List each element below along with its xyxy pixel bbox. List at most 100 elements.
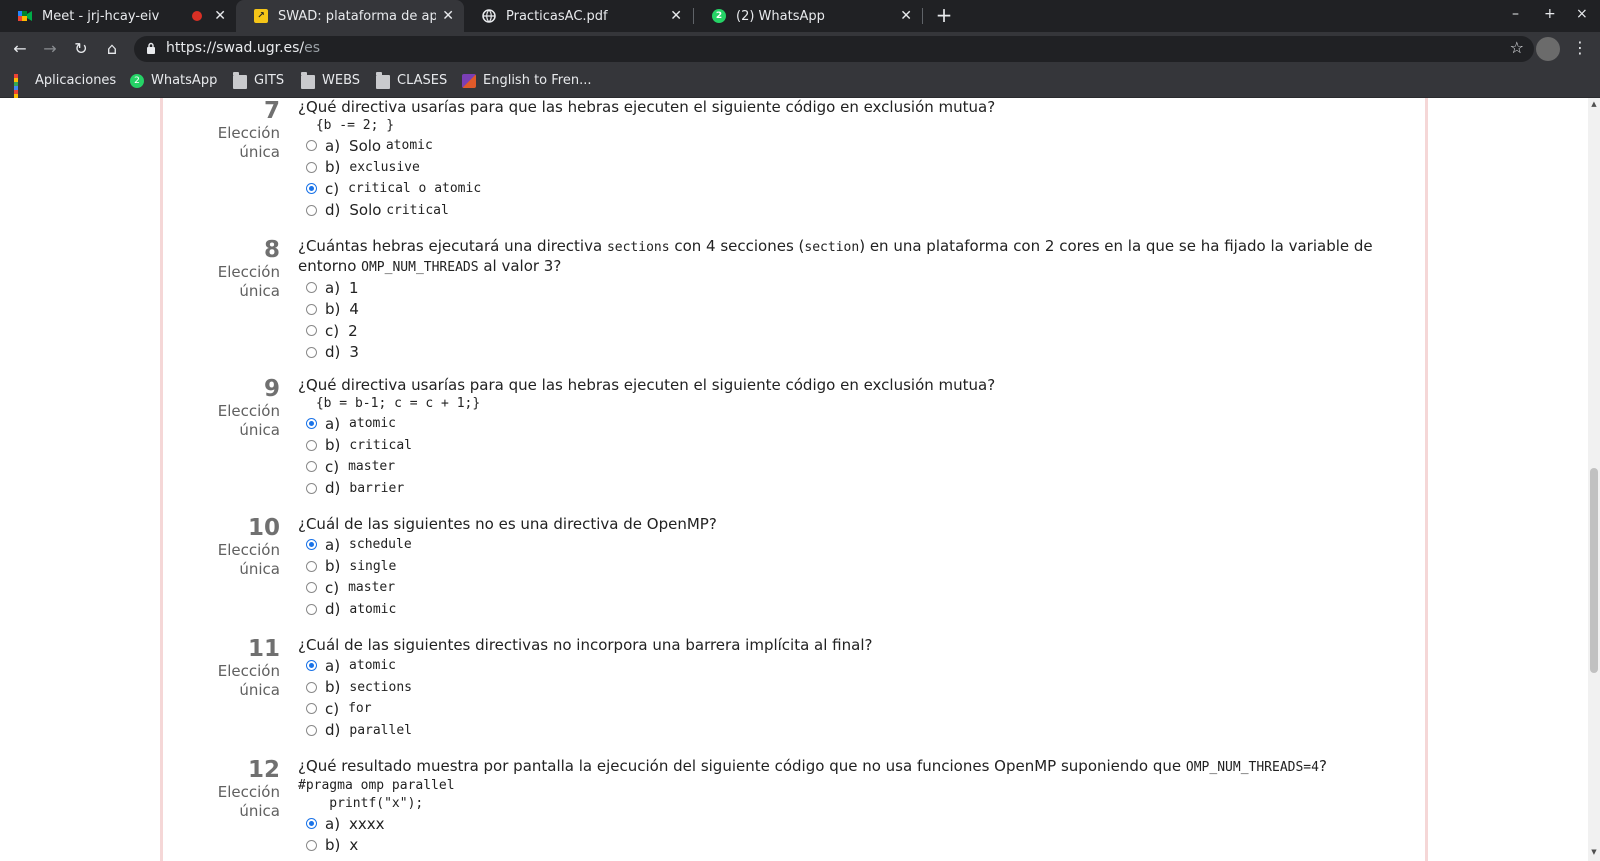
- radio-button[interactable]: [306, 439, 317, 451]
- radio-button-checked[interactable]: [306, 418, 317, 430]
- close-tab-icon[interactable]: ✕: [442, 8, 454, 24]
- radio-button[interactable]: [306, 482, 317, 494]
- profile-avatar[interactable]: [1536, 37, 1560, 61]
- url-text: https://swad.ugr.es/es: [166, 40, 320, 56]
- scroll-down-arrow-icon[interactable]: ▼: [1590, 848, 1598, 856]
- option-d[interactable]: d) 3: [298, 342, 1378, 364]
- bookmark-webs[interactable]: WEBS: [301, 71, 360, 89]
- apps-grid-icon: [14, 73, 28, 110]
- option-b[interactable]: b) sections: [298, 677, 1378, 699]
- option-c[interactable]: c) 2: [298, 320, 1378, 342]
- radio-button[interactable]: [306, 461, 317, 473]
- code-snippet: {b = b-1; c = c + 1;}: [308, 396, 481, 411]
- option-a[interactable]: a) 1: [298, 277, 1378, 299]
- option-a[interactable]: a) atomic: [298, 655, 1378, 677]
- tab-practicas-pdf[interactable]: PracticasAC.pdf ✕: [464, 0, 692, 32]
- bookmark-label: CLASES: [397, 73, 448, 88]
- option-d[interactable]: d) parallel: [298, 720, 1378, 742]
- scrollbar-thumb[interactable]: [1590, 468, 1598, 673]
- radio-button[interactable]: [306, 582, 317, 594]
- radio-button-checked[interactable]: [306, 660, 317, 672]
- radio-button[interactable]: [306, 839, 317, 851]
- option-b[interactable]: b) critical: [298, 435, 1378, 457]
- option-c[interactable]: c) critical o atomic: [298, 178, 1378, 200]
- maximize-button[interactable]: +: [1544, 6, 1556, 22]
- bookmark-gits[interactable]: GITS: [233, 71, 284, 89]
- radio-button[interactable]: [306, 681, 317, 693]
- option-c[interactable]: c) for: [298, 698, 1378, 720]
- reverso-icon: [462, 73, 476, 88]
- tab-separator: [922, 8, 923, 24]
- radio-button-checked[interactable]: [306, 818, 317, 830]
- address-bar[interactable]: https://swad.ugr.es/es ☆: [134, 36, 1534, 62]
- tab-whatsapp[interactable]: 2 (2) WhatsApp ✕: [694, 0, 922, 32]
- radio-button[interactable]: [306, 560, 317, 572]
- option-a[interactable]: a) schedule: [298, 534, 1378, 556]
- question-type: Elección única: [217, 124, 280, 161]
- question-type: Elección única: [217, 263, 280, 300]
- browser-menu-icon[interactable]: ⋮: [1572, 38, 1588, 57]
- minimize-button[interactable]: –: [1512, 6, 1519, 22]
- forward-button[interactable]: →: [39, 38, 61, 60]
- option-b[interactable]: b) x: [298, 835, 1378, 857]
- radio-button[interactable]: [306, 724, 317, 736]
- scroll-up-arrow-icon[interactable]: ▲: [1590, 100, 1598, 108]
- meet-icon: [18, 9, 32, 23]
- bookmark-star-icon[interactable]: ☆: [1510, 38, 1524, 57]
- radio-button[interactable]: [306, 140, 317, 152]
- home-button[interactable]: ⌂: [101, 38, 123, 60]
- close-window-button[interactable]: ×: [1576, 6, 1588, 22]
- close-tab-icon[interactable]: ✕: [900, 8, 912, 24]
- close-tab-icon[interactable]: ✕: [670, 8, 682, 24]
- radio-button[interactable]: [306, 603, 317, 615]
- bookmark-english-to-french[interactable]: English to Fren...: [462, 73, 591, 88]
- tab-title: Meet - jrj-hcay-eiv: [42, 8, 160, 24]
- tab-meet[interactable]: Meet - jrj-hcay-eiv ✕: [0, 0, 236, 32]
- option-a[interactable]: a) Solo atomic: [298, 135, 1378, 157]
- radio-button[interactable]: [306, 303, 317, 315]
- option-b[interactable]: b) 4: [298, 299, 1378, 321]
- reload-button[interactable]: ↻: [70, 38, 92, 60]
- bookmark-label: English to Fren...: [483, 73, 592, 88]
- option-d[interactable]: d) atomic: [298, 599, 1378, 621]
- option-c[interactable]: c) master: [298, 456, 1378, 478]
- radio-button[interactable]: [306, 282, 317, 294]
- folder-icon: [301, 71, 315, 89]
- question-stem: ¿Qué directiva usarías para que las hebr…: [298, 376, 996, 394]
- folder-icon: [233, 71, 247, 89]
- option-c[interactable]: c) master: [298, 577, 1378, 599]
- question-number: 9: [263, 376, 280, 402]
- code-snippet: #pragma omp parallel printf("x");: [298, 778, 455, 811]
- bookmark-clases[interactable]: CLASES: [376, 71, 448, 89]
- bookmark-apps[interactable]: Aplicaciones: [14, 73, 116, 110]
- bookmark-label: WhatsApp: [151, 73, 218, 88]
- tab-swad[interactable]: ↗ SWAD: plataforma de apoyo ✕: [236, 0, 464, 32]
- radio-button-checked[interactable]: [306, 183, 317, 195]
- tab-title: PracticasAC.pdf: [506, 8, 608, 24]
- option-d[interactable]: d) barrier: [298, 478, 1378, 500]
- new-tab-button[interactable]: +: [932, 4, 956, 28]
- question-number: 7: [263, 98, 280, 124]
- code-snippet: {b -= 2; }: [308, 118, 395, 133]
- radio-button-checked[interactable]: [306, 539, 317, 551]
- option-a[interactable]: a) atomic: [298, 413, 1378, 435]
- tab-strip: Meet - jrj-hcay-eiv ✕ ↗ SWAD: plataforma…: [0, 0, 1600, 32]
- whatsapp-icon: 2: [130, 73, 144, 88]
- close-tab-icon[interactable]: ✕: [214, 8, 226, 24]
- option-b[interactable]: b) single: [298, 556, 1378, 578]
- radio-button[interactable]: [306, 161, 317, 173]
- question-stem: ¿Cuál de las siguientes directivas no in…: [298, 636, 873, 654]
- bookmark-whatsapp[interactable]: 2 WhatsApp: [130, 73, 217, 88]
- radio-button[interactable]: [306, 204, 317, 216]
- option-b[interactable]: b) exclusive: [298, 157, 1378, 179]
- option-a[interactable]: a) xxxx: [298, 813, 1378, 835]
- question-number: 10: [247, 515, 280, 541]
- radio-button[interactable]: [306, 325, 317, 337]
- radio-button[interactable]: [306, 346, 317, 358]
- page-scrollbar[interactable]: ▲ ▼: [1588, 98, 1600, 861]
- radio-button[interactable]: [306, 703, 317, 715]
- question-number: 8: [263, 237, 280, 263]
- globe-icon: [482, 9, 496, 23]
- back-button[interactable]: ←: [9, 38, 31, 60]
- option-d[interactable]: d) Solo critical: [298, 200, 1378, 222]
